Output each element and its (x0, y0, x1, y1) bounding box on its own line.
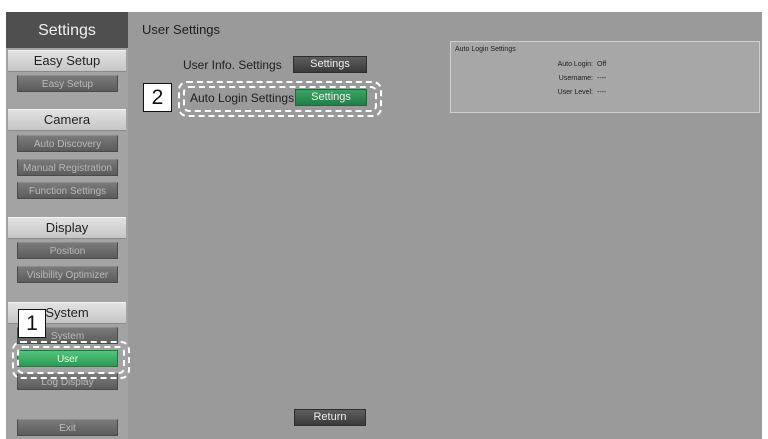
info-panel-title: Auto Login Settings (455, 46, 516, 53)
info-value-username: ---- (597, 75, 607, 82)
info-value-user-level: ---- (597, 89, 607, 96)
section-header-display: Display (8, 217, 126, 239)
callout-frame-auto-login (178, 81, 382, 117)
info-value-auto-login: Off (597, 61, 607, 68)
sidebar-item-manual-registration[interactable]: Manual Registration (17, 159, 118, 176)
section-header-easy-setup: Easy Setup (8, 50, 126, 72)
info-key-user-level: User Level: (557, 89, 593, 96)
callout-frame-auto-login-inner (183, 86, 377, 112)
sidebar-item-auto-discovery[interactable]: Auto Discovery (17, 135, 118, 152)
page-title: User Settings (142, 22, 221, 37)
return-button[interactable]: Return (294, 409, 366, 426)
info-key-auto-login: Auto Login: (557, 61, 593, 68)
exit-button[interactable]: Exit (17, 419, 118, 436)
info-key-username: Username: (558, 75, 593, 82)
sidebar-item-visibility-optimizer[interactable]: Visibility Optimizer (17, 266, 118, 283)
callout-number-1: 1 (18, 309, 46, 338)
sidebar-title: Settings (6, 12, 128, 48)
callout-frame-user-inner (17, 346, 125, 374)
section-header-camera: Camera (8, 109, 126, 131)
auto-login-info-panel: Auto Login Settings Auto Login: Off User… (450, 41, 760, 113)
sidebar-item-position[interactable]: Position (17, 242, 118, 259)
user-info-settings-button[interactable]: Settings (293, 56, 367, 73)
user-info-settings-label: User Info. Settings (183, 58, 282, 72)
callout-frame-user (12, 341, 130, 379)
sidebar-item-function-settings[interactable]: Function Settings (17, 182, 118, 199)
main-panel: User Settings User Info. Settings Settin… (128, 12, 762, 439)
sidebar-item-easy-setup[interactable]: Easy Setup (17, 75, 118, 92)
callout-number-2: 2 (143, 83, 172, 112)
